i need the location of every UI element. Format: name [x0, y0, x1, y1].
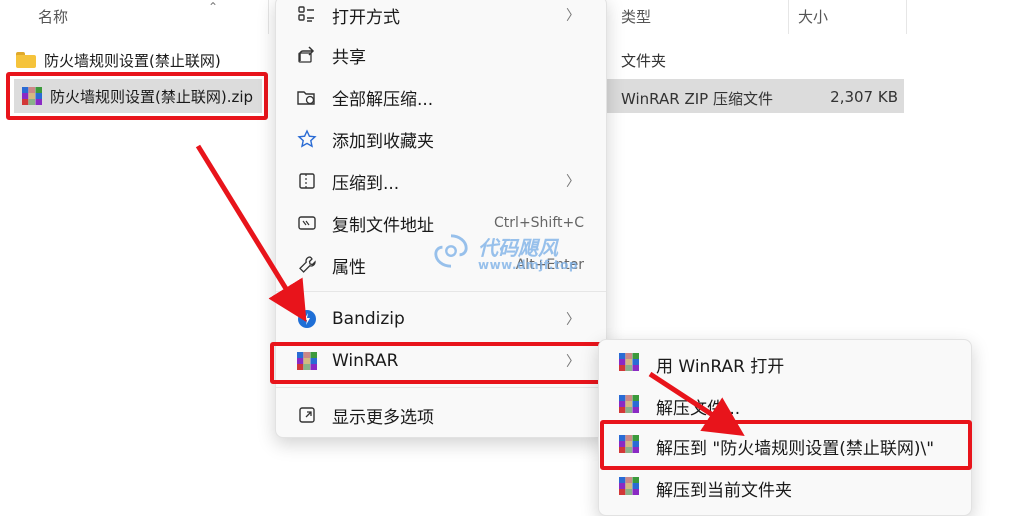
menu-separator — [276, 291, 606, 292]
column-header-size[interactable]: 大小 — [798, 6, 828, 27]
file-type: WinRAR ZIP 压缩文件 — [621, 90, 773, 108]
folder-icon — [16, 52, 36, 68]
menu-item-open-with[interactable]: 打开方式 〉 — [280, 0, 602, 35]
submenu-item-label: 解压到当前文件夹 — [656, 480, 792, 501]
menu-item-add-favorites[interactable]: 添加到收藏夹 — [280, 119, 602, 159]
menu-item-winrar[interactable]: WinRAR 〉 — [280, 341, 602, 381]
menu-item-label: 显示更多选项 — [332, 407, 434, 428]
chevron-right-icon: 〉 — [566, 174, 580, 190]
menu-item-label: Bandizip — [332, 309, 405, 329]
column-header-name[interactable]: 名称 — [38, 6, 68, 27]
shortcut-text: Ctrl+Shift+C — [494, 215, 584, 231]
menu-item-label: 全部解压缩... — [332, 89, 434, 110]
menu-separator — [276, 387, 606, 388]
file-row-zip[interactable]: 防火墙规则设置(禁止联网).zip — [22, 79, 253, 113]
file-type: 文件夹 — [621, 52, 667, 70]
copy-path-icon — [296, 212, 318, 234]
column-header-type[interactable]: 类型 — [621, 6, 651, 27]
menu-item-properties[interactable]: 属性 Alt+Enter — [280, 245, 602, 285]
submenu-item-extract-files[interactable]: 解压文件... — [605, 386, 965, 426]
menu-item-label: 压缩到... — [332, 173, 400, 194]
menu-item-copy-path[interactable]: 复制文件地址 Ctrl+Shift+C — [280, 203, 602, 243]
menu-item-label: 属性 — [332, 257, 366, 278]
chevron-right-icon: 〉 — [566, 8, 580, 24]
submenu-item-label: 解压到 "防火墙规则设置(禁止联网)\" — [656, 438, 935, 459]
submenu-item-extract-here[interactable]: 解压到当前文件夹 — [605, 468, 965, 508]
file-name: 防火墙规则设置(禁止联网).zip — [50, 87, 254, 106]
menu-item-label: 共享 — [332, 47, 366, 68]
column-divider[interactable] — [906, 0, 907, 34]
winrar-icon — [619, 477, 641, 499]
submenu-item-label: 用 WinRAR 打开 — [656, 356, 785, 377]
more-options-icon — [296, 404, 318, 426]
share-icon — [296, 44, 318, 66]
file-size: 2,307 KB — [830, 88, 898, 106]
chevron-right-icon: 〉 — [566, 354, 580, 370]
menu-item-compress-to[interactable]: 压缩到... 〉 — [280, 161, 602, 201]
menu-item-extract-all[interactable]: 全部解压缩... — [280, 77, 602, 117]
star-icon — [296, 128, 318, 150]
chevron-right-icon: 〉 — [566, 312, 580, 328]
menu-item-share[interactable]: 共享 — [280, 35, 602, 75]
winrar-icon — [296, 350, 318, 372]
menu-item-show-more-options[interactable]: 显示更多选项 — [280, 395, 602, 435]
menu-item-label: WinRAR — [332, 351, 399, 371]
winrar-submenu: 用 WinRAR 打开 解压文件... 解压到 "防火墙规则设置(禁止联网)\"… — [598, 339, 972, 516]
shortcut-text: Alt+Enter — [515, 257, 584, 273]
menu-item-label: 复制文件地址 — [332, 215, 434, 236]
winrar-icon — [22, 87, 42, 105]
context-menu: 打开方式 〉 共享 全部解压缩... 添加到收藏夹 压缩到... 〉 复制文件地… — [275, 0, 607, 438]
submenu-item-extract-to-folder[interactable]: 解压到 "防火墙规则设置(禁止联网)\" — [605, 426, 965, 466]
menu-item-label: 添加到收藏夹 — [332, 131, 434, 152]
submenu-item-open-with-winrar[interactable]: 用 WinRAR 打开 — [605, 344, 965, 384]
menu-item-bandizip[interactable]: Bandizip 〉 — [280, 299, 602, 339]
file-name: 防火墙规则设置(禁止联网) — [44, 51, 221, 70]
extract-all-icon — [296, 86, 318, 108]
column-divider[interactable] — [788, 0, 789, 34]
menu-item-label: 打开方式 — [332, 7, 400, 28]
sort-ascending-icon: ⌃ — [208, 0, 219, 14]
file-row-folder[interactable]: 防火墙规则设置(禁止联网) — [16, 43, 221, 77]
compress-icon — [296, 170, 318, 192]
column-divider[interactable] — [268, 0, 269, 34]
winrar-icon — [619, 353, 641, 375]
wrench-icon — [296, 254, 318, 276]
bandizip-icon — [296, 308, 318, 330]
winrar-icon — [619, 435, 641, 457]
open-with-icon — [296, 4, 318, 26]
winrar-icon — [619, 395, 641, 417]
submenu-item-label: 解压文件... — [656, 398, 741, 419]
